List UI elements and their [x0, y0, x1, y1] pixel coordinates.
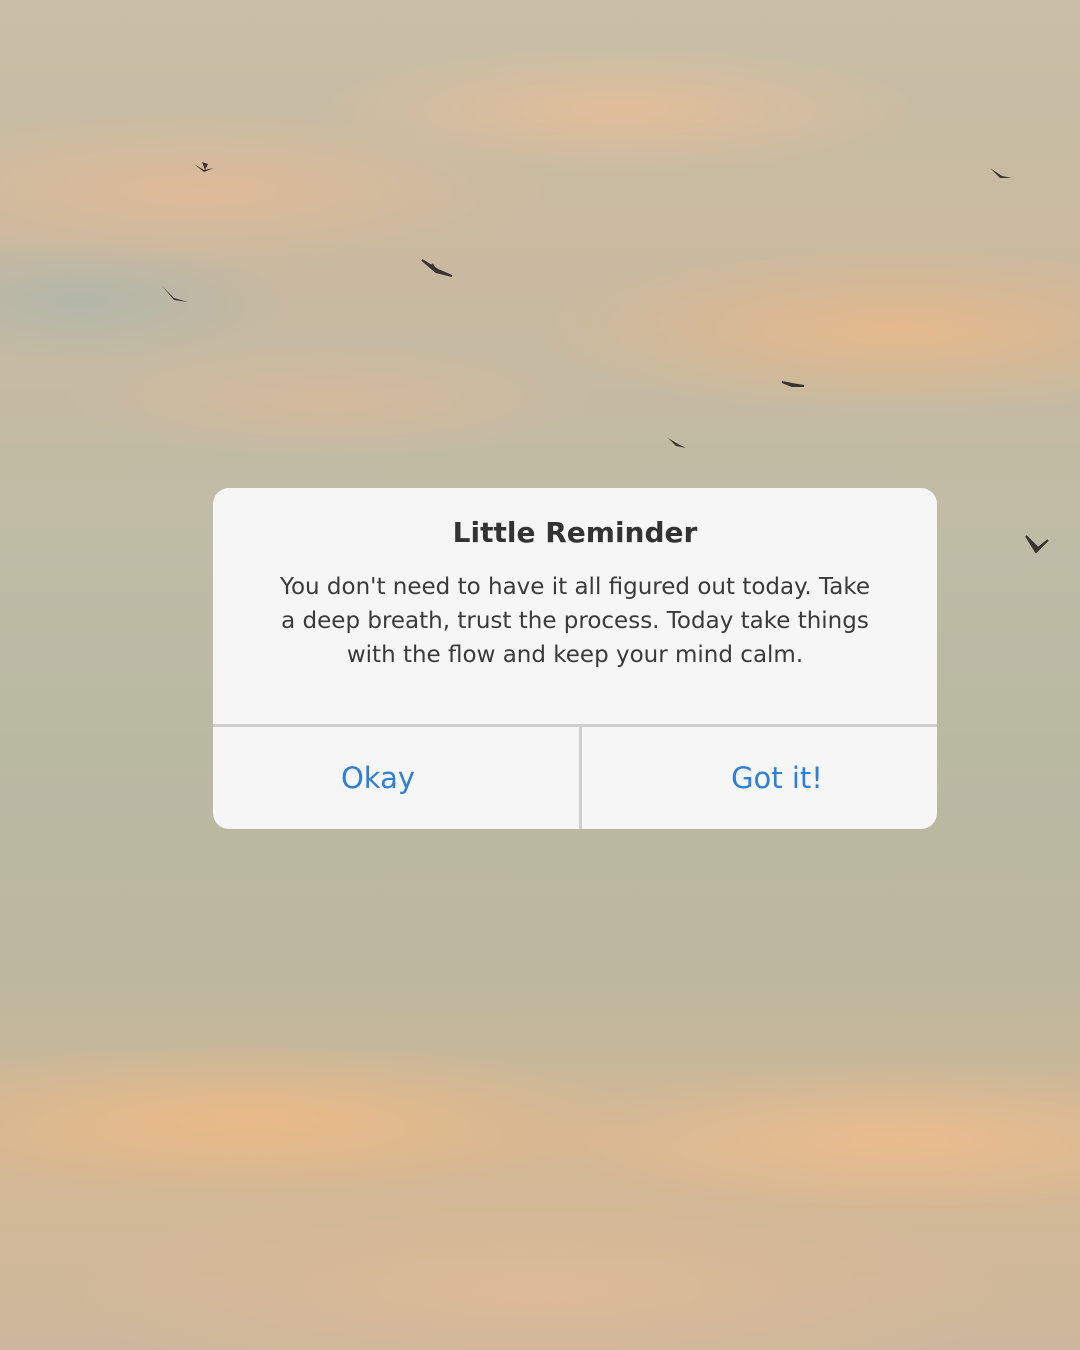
alert-dialog: Little Reminder You don't need to have i…	[213, 488, 937, 829]
bird-icon	[160, 284, 188, 302]
bird-icon	[1022, 532, 1049, 554]
bird-icon	[192, 158, 218, 172]
alert-body: Little Reminder You don't need to have i…	[213, 488, 937, 724]
got-it-button[interactable]: Got it!	[582, 727, 937, 829]
bird-icon	[420, 256, 453, 277]
bird-icon	[988, 164, 1014, 178]
alert-title: Little Reminder	[452, 516, 698, 549]
bird-icon	[666, 434, 692, 448]
bird-icon	[780, 376, 806, 390]
alert-message: You don't need to have it all figured ou…	[279, 574, 871, 668]
okay-button[interactable]: Okay	[213, 727, 543, 829]
